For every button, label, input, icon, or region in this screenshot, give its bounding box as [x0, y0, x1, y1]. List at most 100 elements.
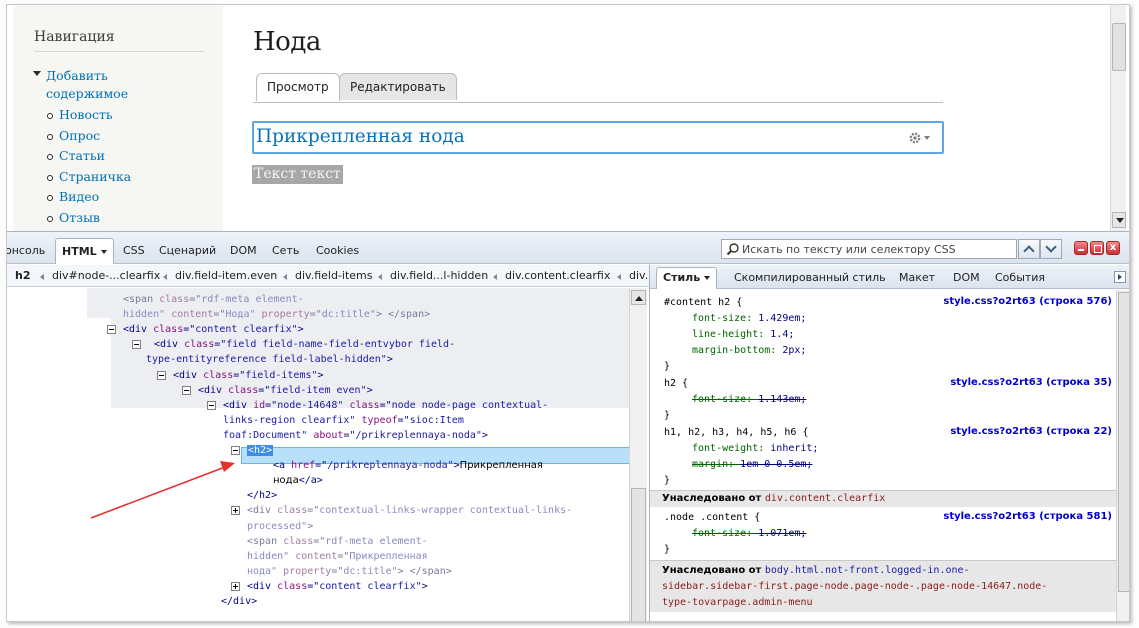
css-rule-close: } [664, 475, 671, 486]
html-node-line[interactable]: нода" property="dc:title"> </span> [247, 564, 452, 579]
tab-dom[interactable]: DOM [230, 240, 257, 262]
collapse-icon[interactable] [132, 340, 141, 350]
collapse-icon[interactable] [182, 385, 191, 395]
page-scrollbar[interactable] [1110, 5, 1126, 231]
html-panel-scrollbar[interactable] [629, 288, 647, 621]
chevron-down-icon[interactable] [704, 276, 711, 280]
breadcrumb-item[interactable]: h2 [15, 269, 31, 282]
breadcrumb-item[interactable]: div#node-...clearfix [52, 269, 160, 282]
collapse-icon[interactable] [107, 325, 116, 335]
inherited-from-header: Унаследовано от body.html.not-front.logg… [650, 560, 1116, 612]
sidebar-item-parent[interactable]: Добавить содержимое [29, 67, 139, 103]
page-scroll-down-button[interactable] [1112, 212, 1126, 228]
html-node-line[interactable]: hidden" content="Прикрепленная [247, 549, 428, 564]
html-node-line[interactable]: <div id="node-14648" class="node node-pa… [223, 398, 548, 413]
css-source-link[interactable]: style.css?o2rt63 (строка 581) [943, 511, 1112, 522]
breadcrumb-item[interactable]: div. [629, 269, 648, 282]
tab-computed-style[interactable]: Скомпилированный стиль [734, 271, 886, 284]
tab-layout[interactable]: Макет [899, 271, 935, 284]
css-source-link[interactable]: style.css?o2rt63 (строка 22) [950, 426, 1112, 437]
html-token: id [253, 399, 266, 411]
html-node-line[interactable]: foaf:Document" about="/prikreplennaya-no… [223, 428, 488, 443]
breadcrumb-item[interactable]: div.field-item.even [175, 269, 277, 282]
collapse-icon[interactable] [157, 370, 166, 380]
html-scroll-up-button[interactable] [631, 290, 646, 305]
html-node-line[interactable]: </div> [221, 594, 257, 609]
html-node-line[interactable]: <div class="field-item even"> [198, 383, 373, 398]
css-declaration[interactable]: font-size: 1.143em; [692, 392, 806, 408]
inherited-source-link[interactable]: body.html.not-front.logged-in.one- [765, 565, 970, 576]
tab-console[interactable]: онсоль [7, 240, 45, 262]
inherited-source-link[interactable]: div.content.clearfix [765, 493, 885, 504]
tab-net[interactable]: Сеть [272, 240, 299, 262]
search-next-button[interactable] [1040, 239, 1062, 259]
html-node-line[interactable]: <div class="field-items"> [173, 368, 324, 383]
html-token: property [283, 565, 332, 577]
search-previous-button[interactable] [1018, 239, 1040, 259]
css-rule[interactable]: #content h2 {style.css?o2rt63 (строка 57… [650, 295, 1116, 375]
inherited-source-link[interactable]: sidebar.sidebar-first.page-node.page-nod… [662, 579, 1116, 595]
css-rule[interactable]: h1, h2, h3, h4, h5, h6 {style.css?o2rt63… [650, 425, 1116, 489]
css-rule[interactable]: .node .content {style.css?o2rt63 (строка… [650, 510, 1116, 560]
collapse-icon[interactable] [207, 400, 216, 410]
html-node-line[interactable]: links-region clearfix" typeof="sioc:Item [223, 413, 464, 428]
sidebar-item[interactable]: Отзыв [29, 208, 219, 229]
tab-style[interactable]: Стиль [656, 267, 718, 289]
html-node-line[interactable]: <div class="content clearfix"> [247, 579, 428, 594]
sidebar-item[interactable]: Опрос [29, 126, 219, 147]
tab-script[interactable]: Сценарий [159, 240, 216, 262]
sidebar-item[interactable]: Статьи [29, 146, 219, 167]
chevron-right-icon[interactable] [1114, 271, 1126, 283]
css-declaration[interactable]: font-weight: inherit; [692, 441, 818, 457]
tab-view[interactable]: Просмотр [256, 73, 340, 101]
sidebar-item[interactable]: Страничка [29, 167, 219, 188]
html-node-line[interactable]: processed"> [247, 519, 313, 534]
breadcrumb-item[interactable]: div.field-items [295, 269, 372, 282]
css-source-link[interactable]: style.css?o2rt63 (строка 576) [943, 296, 1112, 307]
chevron-down-icon[interactable] [100, 250, 107, 254]
html-node-line[interactable]: <span class="rdf-meta element- [123, 292, 304, 307]
style-scrollbar-thumb[interactable] [1118, 292, 1129, 592]
html-node-selected-line[interactable]: <h2> [247, 443, 274, 458]
sidebar-item[interactable]: Новость [29, 105, 219, 126]
collapse-icon[interactable] [231, 446, 240, 455]
minimize-button[interactable] [1074, 241, 1088, 255]
css-rule[interactable]: h2 {style.css?o2rt63 (строка 35) font-siz… [650, 376, 1116, 424]
css-rule-close: } [664, 410, 671, 421]
page-scrollbar-thumb[interactable] [1112, 23, 1126, 71]
css-declaration[interactable]: line-height: 1.4; [692, 327, 794, 343]
tab-events[interactable]: События [995, 271, 1045, 284]
close-button[interactable]: x [1106, 241, 1120, 255]
detach-button[interactable] [1090, 241, 1104, 255]
html-node-line[interactable]: hidden" content="Нода" property="dc:titl… [123, 307, 430, 322]
tab-edit[interactable]: Редактировать [339, 73, 457, 100]
breadcrumb-item[interactable]: div.content.clearfix [505, 269, 610, 282]
tab-html[interactable]: HTML [55, 238, 114, 264]
html-scrollbar-thumb[interactable] [631, 488, 646, 621]
contextual-links-gear-icon[interactable] [908, 131, 932, 145]
html-node-line[interactable]: <a href="/prikreplennaya-noda">Прикрепле… [273, 458, 543, 473]
tab-cookies[interactable]: Cookies [316, 240, 359, 262]
html-node-line[interactable]: <div class="field field-name-field-entvy… [154, 337, 455, 352]
html-node-line[interactable]: type-entityreference field-label-hidden"… [146, 352, 393, 367]
html-node-line[interactable]: <span class="rdf-meta element- [247, 534, 428, 549]
expand-icon[interactable] [231, 506, 240, 516]
inherited-source-link[interactable]: type-tovarpage.admin-menu [662, 595, 1116, 611]
style-panel-scrollbar[interactable] [1116, 290, 1129, 621]
tab-side-dom[interactable]: DOM [953, 271, 980, 284]
css-source-link[interactable]: style.css?o2rt63 (строка 35) [950, 377, 1112, 388]
html-node-line[interactable]: </h2> [247, 488, 277, 503]
html-node-line[interactable]: <div class="contextual-links-wrapper con… [247, 503, 572, 518]
breadcrumb-item[interactable]: div.field...l-hidden [390, 269, 488, 282]
css-declaration[interactable]: margin-bottom: 2px; [692, 343, 806, 359]
attached-node-title-link[interactable]: Прикрепленная нода [256, 126, 465, 147]
search-input[interactable]: Искать по тексту или селектору CSS [721, 239, 1017, 259]
sidebar-item[interactable]: Видео [29, 187, 219, 208]
expand-icon[interactable] [231, 581, 240, 591]
css-declaration[interactable]: margin: 1em 0 0.5em; [692, 457, 812, 473]
css-declaration[interactable]: font-size: 1.071em; [692, 526, 806, 542]
html-node-line[interactable]: нода</a> [273, 473, 323, 488]
html-node-line[interactable]: <div class="content clearfix"> [123, 322, 304, 337]
css-declaration[interactable]: font-size: 1.429em; [692, 311, 806, 327]
tab-css[interactable]: CSS [123, 240, 145, 262]
